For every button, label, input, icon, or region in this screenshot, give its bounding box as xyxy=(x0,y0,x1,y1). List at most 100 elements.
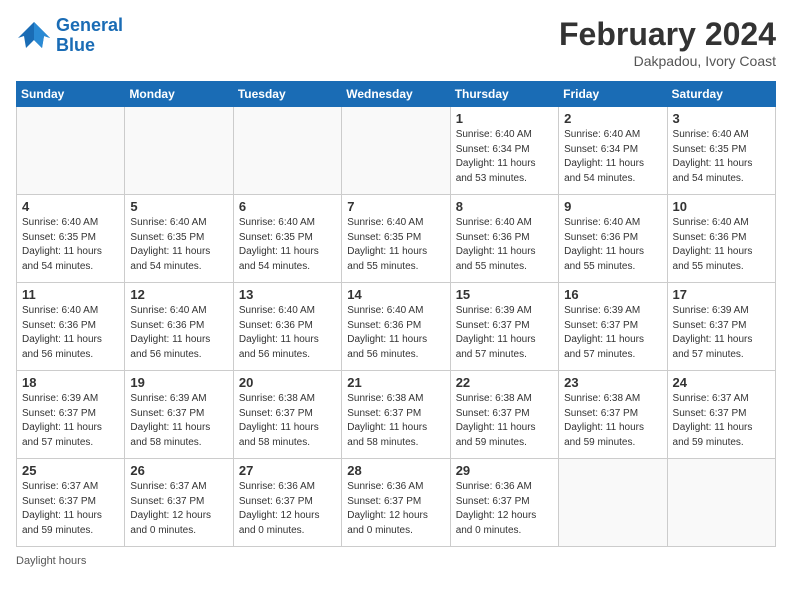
day-info: Sunrise: 6:36 AM Sunset: 6:37 PM Dayligh… xyxy=(456,480,553,538)
day-number: 9 xyxy=(564,199,661,214)
logo-text: General Blue xyxy=(56,16,123,56)
calendar-cell: 19 Sunrise: 6:39 AM Sunset: 6:37 PM Dayli… xyxy=(125,371,233,459)
day-info: Sunrise: 6:40 AM Sunset: 6:36 PM Dayligh… xyxy=(673,216,770,274)
day-number: 5 xyxy=(130,199,227,214)
calendar-week-row: 25 Sunrise: 6:37 AM Sunset: 6:37 PM Dayli… xyxy=(17,459,776,547)
day-info: Sunrise: 6:40 AM Sunset: 6:36 PM Dayligh… xyxy=(130,304,227,362)
calendar-cell: 22 Sunrise: 6:38 AM Sunset: 6:37 PM Dayli… xyxy=(450,371,558,459)
day-number: 1 xyxy=(456,111,553,126)
calendar-cell: 9 Sunrise: 6:40 AM Sunset: 6:36 PM Daylig… xyxy=(559,195,667,283)
day-info: Sunrise: 6:39 AM Sunset: 6:37 PM Dayligh… xyxy=(564,304,661,362)
day-number: 20 xyxy=(239,375,336,390)
day-number: 23 xyxy=(564,375,661,390)
calendar-week-row: 4 Sunrise: 6:40 AM Sunset: 6:35 PM Daylig… xyxy=(17,195,776,283)
calendar-cell xyxy=(559,459,667,547)
day-info: Sunrise: 6:38 AM Sunset: 6:37 PM Dayligh… xyxy=(456,392,553,450)
day-info: Sunrise: 6:38 AM Sunset: 6:37 PM Dayligh… xyxy=(239,392,336,450)
day-number: 22 xyxy=(456,375,553,390)
daylight-hours-label: Daylight hours xyxy=(16,555,86,567)
day-number: 17 xyxy=(673,287,770,302)
day-number: 21 xyxy=(347,375,444,390)
calendar-week-row: 11 Sunrise: 6:40 AM Sunset: 6:36 PM Dayli… xyxy=(17,283,776,371)
day-header-friday: Friday xyxy=(559,82,667,107)
calendar-cell: 8Sunrise: 6:40 AM Sunset: 6:36 PM Daylig… xyxy=(450,195,558,283)
day-header-wednesday: Wednesday xyxy=(342,82,450,107)
calendar-cell: 7 Sunrise: 6:40 AM Sunset: 6:35 PM Daylig… xyxy=(342,195,450,283)
day-info: Sunrise: 6:39 AM Sunset: 6:37 PM Dayligh… xyxy=(456,304,553,362)
calendar-cell xyxy=(125,107,233,195)
calendar-cell: 10 Sunrise: 6:40 AM Sunset: 6:36 PM Dayli… xyxy=(667,195,775,283)
day-info: Sunrise: 6:40 AM Sunset: 6:36 PM Dayligh… xyxy=(239,304,336,362)
calendar-cell: 25 Sunrise: 6:37 AM Sunset: 6:37 PM Dayli… xyxy=(17,459,125,547)
day-number: 16 xyxy=(564,287,661,302)
calendar-cell: 14Sunrise: 6:40 AM Sunset: 6:36 PM Dayli… xyxy=(342,283,450,371)
day-number: 18 xyxy=(22,375,119,390)
day-info: Sunrise: 6:40 AM Sunset: 6:36 PM Dayligh… xyxy=(564,216,661,274)
day-info: Sunrise: 6:39 AM Sunset: 6:37 PM Dayligh… xyxy=(130,392,227,450)
day-header-tuesday: Tuesday xyxy=(233,82,341,107)
calendar-cell: 17 Sunrise: 6:39 AM Sunset: 6:37 PM Dayli… xyxy=(667,283,775,371)
day-number: 26 xyxy=(130,463,227,478)
calendar-cell: 6 Sunrise: 6:40 AM Sunset: 6:35 PM Daylig… xyxy=(233,195,341,283)
day-info: Sunrise: 6:38 AM Sunset: 6:37 PM Dayligh… xyxy=(564,392,661,450)
day-number: 10 xyxy=(673,199,770,214)
calendar-cell: 23 Sunrise: 6:38 AM Sunset: 6:37 PM Dayli… xyxy=(559,371,667,459)
calendar-cell xyxy=(17,107,125,195)
calendar-table: SundayMondayTuesdayWednesdayThursdayFrid… xyxy=(16,81,776,547)
day-info: Sunrise: 6:40 AM Sunset: 6:35 PM Dayligh… xyxy=(239,216,336,274)
day-info: Sunrise: 6:40 AM Sunset: 6:36 PM Dayligh… xyxy=(456,216,553,274)
day-info: Sunrise: 6:39 AM Sunset: 6:37 PM Dayligh… xyxy=(673,304,770,362)
calendar-cell: 13 Sunrise: 6:40 AM Sunset: 6:36 PM Dayli… xyxy=(233,283,341,371)
day-info: Sunrise: 6:40 AM Sunset: 6:35 PM Dayligh… xyxy=(347,216,444,274)
day-info: Sunrise: 6:36 AM Sunset: 6:37 PM Dayligh… xyxy=(239,480,336,538)
day-info: Sunrise: 6:40 AM Sunset: 6:35 PM Dayligh… xyxy=(673,128,770,186)
day-number: 24 xyxy=(673,375,770,390)
calendar-week-row: 1 Sunrise: 6:40 AM Sunset: 6:34 PM Daylig… xyxy=(17,107,776,195)
calendar-cell: 15Sunrise: 6:39 AM Sunset: 6:37 PM Dayli… xyxy=(450,283,558,371)
calendar-cell: 3 Sunrise: 6:40 AM Sunset: 6:35 PM Daylig… xyxy=(667,107,775,195)
day-info: Sunrise: 6:40 AM Sunset: 6:34 PM Dayligh… xyxy=(456,128,553,186)
calendar-cell: 28 Sunrise: 6:36 AM Sunset: 6:37 PM Dayli… xyxy=(342,459,450,547)
day-number: 29 xyxy=(456,463,553,478)
footer: Daylight hours xyxy=(16,555,776,567)
day-info: Sunrise: 6:36 AM Sunset: 6:37 PM Dayligh… xyxy=(347,480,444,538)
day-info: Sunrise: 6:40 AM Sunset: 6:36 PM Dayligh… xyxy=(22,304,119,362)
day-number: 12 xyxy=(130,287,227,302)
location-subtitle: Dakpadou, Ivory Coast xyxy=(559,53,776,69)
day-info: Sunrise: 6:39 AM Sunset: 6:37 PM Dayligh… xyxy=(22,392,119,450)
day-number: 27 xyxy=(239,463,336,478)
calendar-cell: 2 Sunrise: 6:40 AM Sunset: 6:34 PM Daylig… xyxy=(559,107,667,195)
calendar-body: 1 Sunrise: 6:40 AM Sunset: 6:34 PM Daylig… xyxy=(17,107,776,547)
day-info: Sunrise: 6:40 AM Sunset: 6:35 PM Dayligh… xyxy=(130,216,227,274)
month-year-title: February 2024 xyxy=(559,16,776,53)
day-header-sunday: Sunday xyxy=(17,82,125,107)
day-number: 13 xyxy=(239,287,336,302)
calendar-cell: 21Sunrise: 6:38 AM Sunset: 6:37 PM Dayli… xyxy=(342,371,450,459)
calendar-cell xyxy=(667,459,775,547)
day-number: 4 xyxy=(22,199,119,214)
calendar-cell: 29 Sunrise: 6:36 AM Sunset: 6:37 PM Dayli… xyxy=(450,459,558,547)
page-header: General Blue February 2024 Dakpadou, Ivo… xyxy=(16,16,776,69)
calendar-cell: 11 Sunrise: 6:40 AM Sunset: 6:36 PM Dayli… xyxy=(17,283,125,371)
calendar-cell: 4 Sunrise: 6:40 AM Sunset: 6:35 PM Daylig… xyxy=(17,195,125,283)
calendar-cell: 18 Sunrise: 6:39 AM Sunset: 6:37 PM Dayli… xyxy=(17,371,125,459)
day-number: 11 xyxy=(22,287,119,302)
day-number: 7 xyxy=(347,199,444,214)
day-info: Sunrise: 6:37 AM Sunset: 6:37 PM Dayligh… xyxy=(673,392,770,450)
day-info: Sunrise: 6:40 AM Sunset: 6:34 PM Dayligh… xyxy=(564,128,661,186)
calendar-header-row: SundayMondayTuesdayWednesdayThursdayFrid… xyxy=(17,82,776,107)
day-number: 3 xyxy=(673,111,770,126)
day-number: 25 xyxy=(22,463,119,478)
day-info: Sunrise: 6:37 AM Sunset: 6:37 PM Dayligh… xyxy=(22,480,119,538)
calendar-cell: 27 Sunrise: 6:36 AM Sunset: 6:37 PM Dayli… xyxy=(233,459,341,547)
calendar-cell: 5 Sunrise: 6:40 AM Sunset: 6:35 PM Daylig… xyxy=(125,195,233,283)
day-number: 2 xyxy=(564,111,661,126)
day-number: 19 xyxy=(130,375,227,390)
day-number: 28 xyxy=(347,463,444,478)
calendar-week-row: 18 Sunrise: 6:39 AM Sunset: 6:37 PM Dayli… xyxy=(17,371,776,459)
day-header-thursday: Thursday xyxy=(450,82,558,107)
day-info: Sunrise: 6:40 AM Sunset: 6:35 PM Dayligh… xyxy=(22,216,119,274)
calendar-cell: 26Sunrise: 6:37 AM Sunset: 6:37 PM Dayli… xyxy=(125,459,233,547)
day-number: 6 xyxy=(239,199,336,214)
calendar-cell xyxy=(233,107,341,195)
